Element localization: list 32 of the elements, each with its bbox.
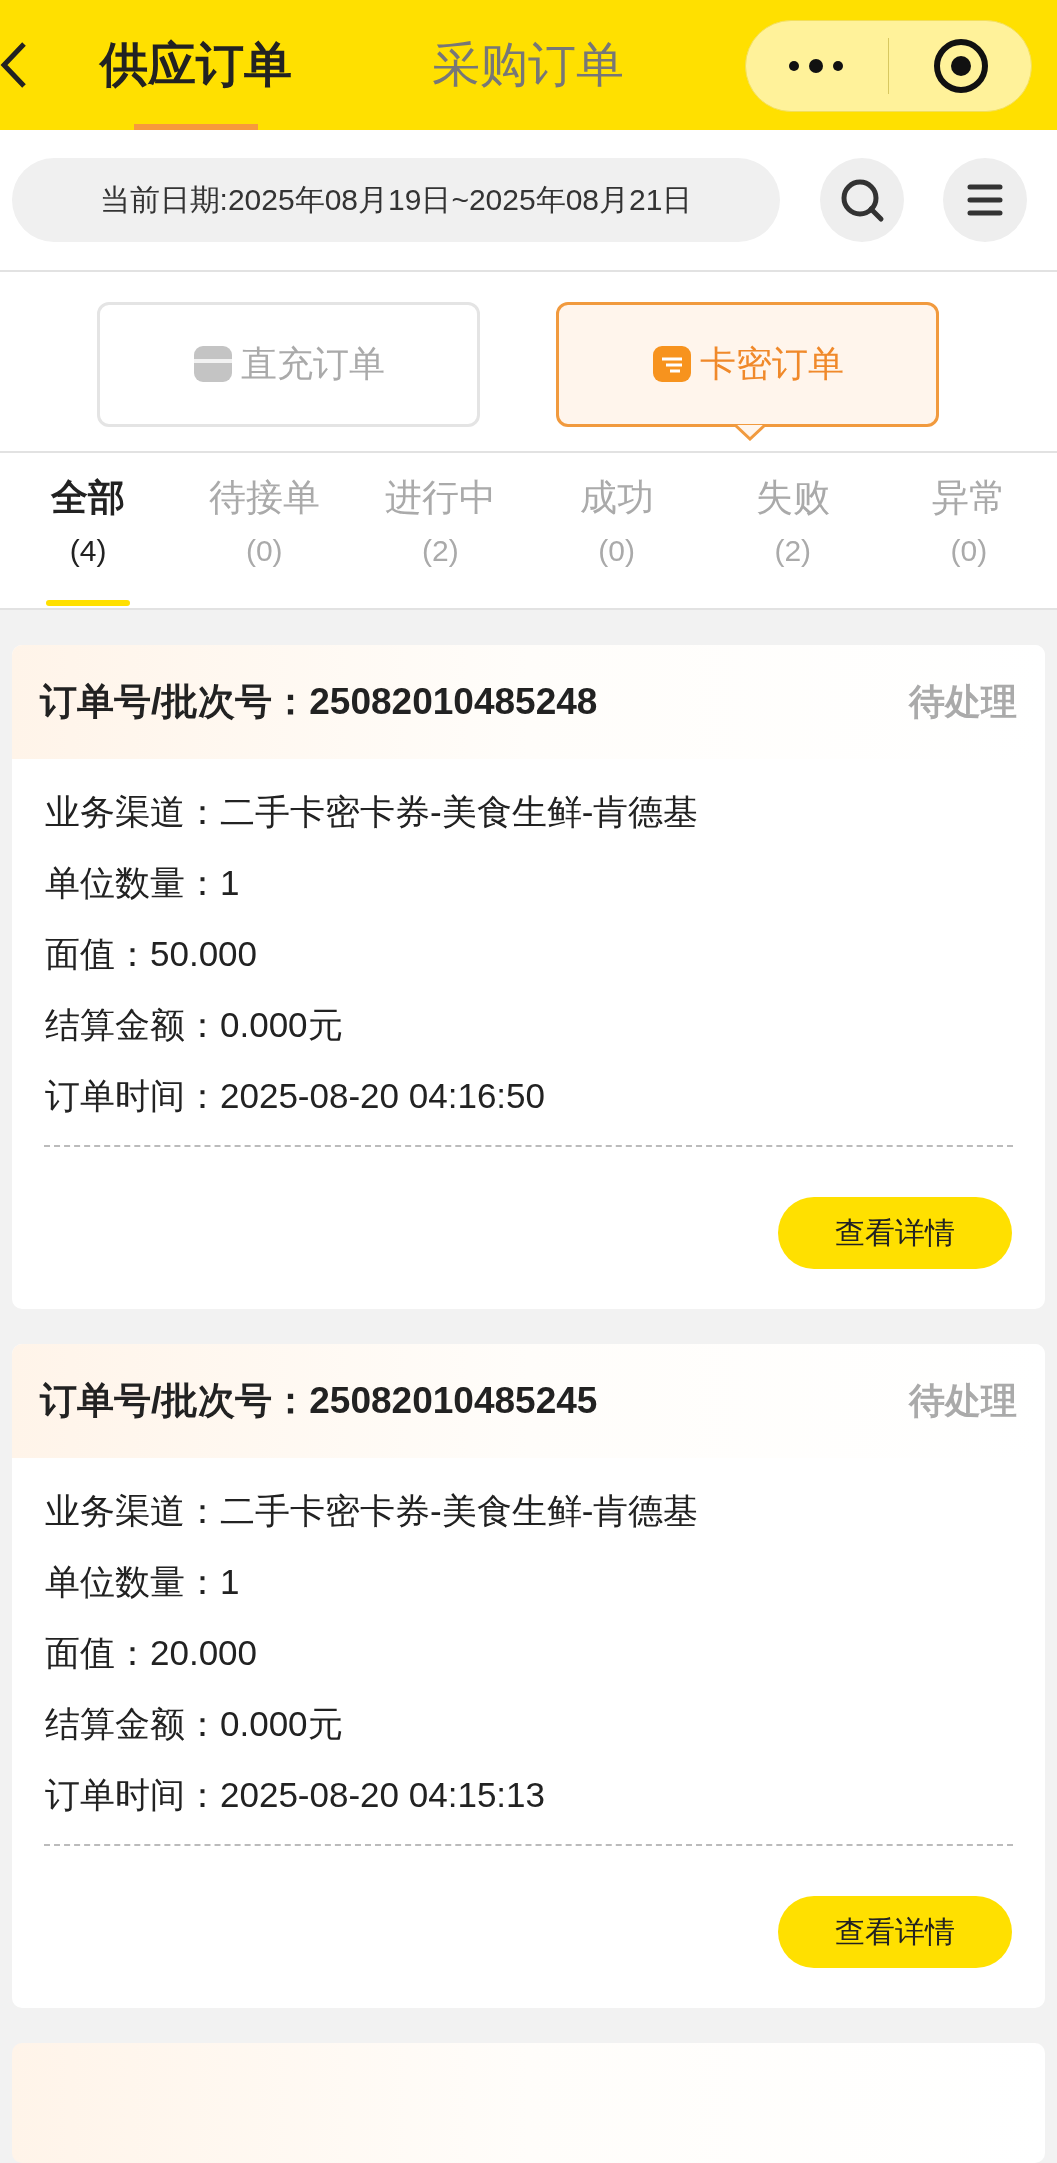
order-field: 订单时间：2025-08-20 04:15:13	[45, 1759, 1012, 1830]
order-field: 单位数量：1	[45, 1546, 1012, 1617]
order-status: 待处理	[909, 1379, 1017, 1423]
header-tab[interactable]: 供应订单	[100, 0, 292, 130]
status-tab[interactable]: 成功 (0)	[528, 453, 705, 608]
view-details-button[interactable]: 查看详情	[778, 1197, 1012, 1269]
target-icon[interactable]	[933, 38, 989, 94]
pointer-icon	[735, 423, 765, 441]
back-icon[interactable]	[0, 40, 28, 90]
more-icon[interactable]	[786, 58, 846, 74]
order-field: 单位数量：1	[45, 847, 1012, 918]
order-number: 订单号/批次号：25082010485248	[40, 680, 598, 725]
status-tab[interactable]: 待接单 (0)	[176, 453, 353, 608]
order-status: 待处理	[909, 680, 1017, 724]
view-details-button[interactable]: 查看详情	[778, 1896, 1012, 1968]
card-icon	[651, 344, 692, 385]
order-field: 面值：20.000	[45, 1617, 1012, 1688]
header-tab[interactable]: 采购订单	[432, 0, 624, 130]
date-range-field[interactable]: 当前日期:2025年08月19日~2025年08月21日	[12, 157, 780, 242]
status-tab[interactable]: 失败 (2)	[704, 453, 881, 608]
status-tab[interactable]: 全部 (4)	[0, 453, 177, 608]
order-type-tab[interactable]: 直充订单	[97, 301, 480, 427]
order-number: 订单号/批次号：25082010485245	[40, 1379, 598, 1424]
order-field: 结算金额：0.000元	[45, 1688, 1012, 1759]
order-field: 业务渠道：二手卡密卡券-美食生鲜-肯德基	[45, 1475, 1012, 1546]
order-field: 业务渠道：二手卡密卡券-美食生鲜-肯德基	[45, 776, 1012, 847]
order-field: 结算金额：0.000元	[45, 989, 1012, 1060]
status-tab[interactable]: 进行中 (2)	[352, 453, 529, 608]
status-tab[interactable]: 异常 (0)	[880, 453, 1057, 608]
order-field: 面值：50.000	[45, 918, 1012, 989]
card-icon	[192, 344, 233, 385]
order-field: 订单时间：2025-08-20 04:16:50	[45, 1060, 1012, 1131]
